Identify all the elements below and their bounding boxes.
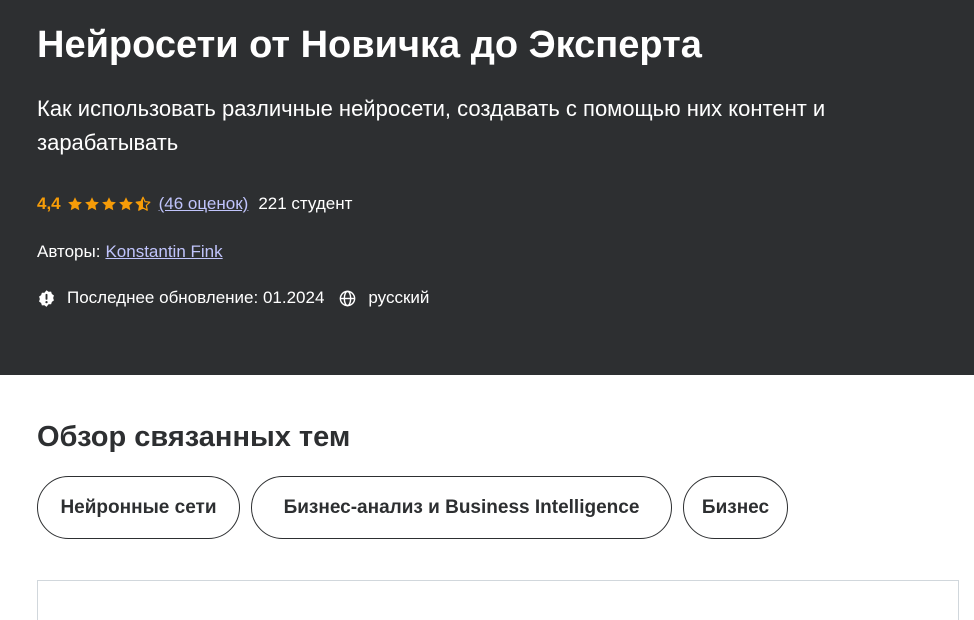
course-language: русский [368, 288, 430, 307]
alert-badge-icon [37, 289, 56, 308]
star-icon [67, 197, 82, 211]
rating-row: 4,4 (46 оценок) 221 студент [37, 192, 352, 216]
last-updated: Последнее обновление: 01.2024 [67, 288, 325, 307]
star-icon [101, 197, 116, 211]
ratings-count-link[interactable]: (46 оценок) [159, 194, 249, 214]
globe-icon [338, 289, 357, 308]
content-card [37, 580, 959, 620]
authors-row: Авторы: Konstantin Fink [37, 240, 223, 264]
rating-value: 4,4 [37, 194, 61, 213]
course-header: Нейросети от Новичка до Эксперта Как исп… [0, 0, 974, 375]
rating-stars [67, 196, 152, 212]
author-link[interactable]: Konstantin Fink [105, 242, 222, 262]
topic-pill-business-analytics[interactable]: Бизнес-анализ и Business Intelligence [251, 476, 672, 539]
star-icon [84, 197, 99, 211]
authors-label: Авторы: [37, 242, 101, 261]
related-topics-heading: Обзор связанных тем [37, 421, 351, 453]
topic-pill-business[interactable]: Бизнес [683, 476, 788, 539]
course-subtitle: Как использовать различные нейросети, со… [37, 96, 826, 155]
star-half-icon [135, 196, 151, 211]
star-icon [118, 197, 133, 211]
course-meta-row: Последнее обновление: 01.2024 русский [37, 286, 429, 310]
students-count: 221 студент [258, 194, 353, 213]
course-title: Нейросети от Новичка до Эксперта [37, 24, 702, 66]
topic-pill-neural-networks[interactable]: Нейронные сети [37, 476, 240, 539]
